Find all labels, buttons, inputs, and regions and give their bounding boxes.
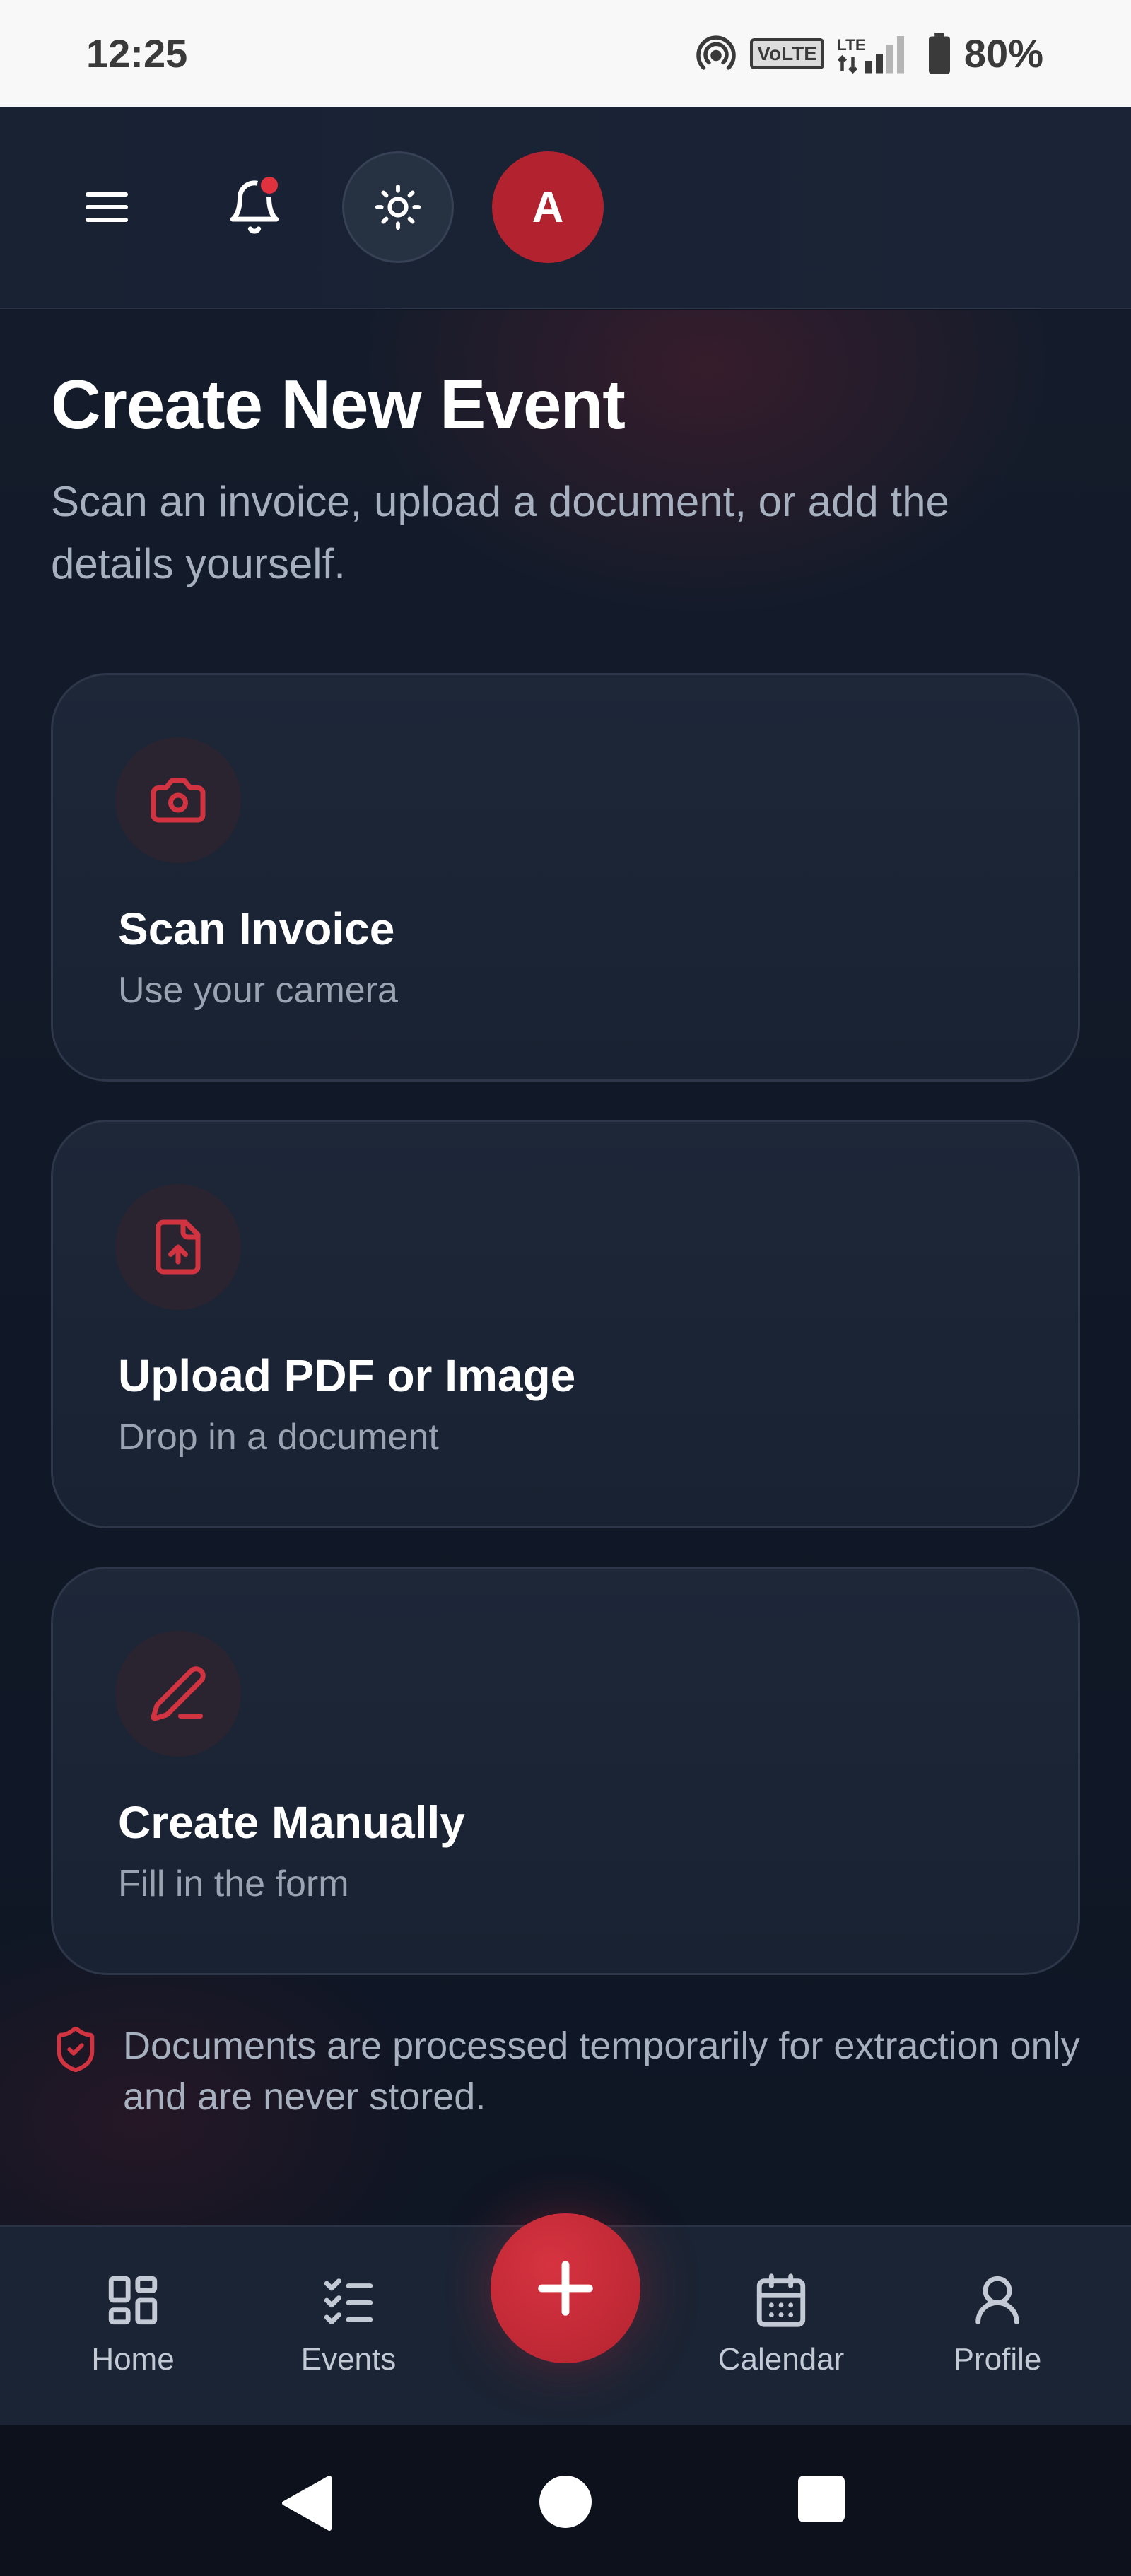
status-icons: VoLTE LTE 80%: [695, 30, 1043, 76]
battery-icon: [928, 32, 950, 74]
nav-label: Home: [91, 2342, 175, 2377]
card-description: Use your camera: [118, 970, 398, 1011]
sun-icon: [375, 184, 421, 230]
app-header: A: [0, 107, 1131, 309]
card-icon-wrap: [115, 1631, 241, 1757]
checklist-icon: [324, 2278, 373, 2325]
nav-item-profile[interactable]: Profile: [916, 2271, 1079, 2377]
page-subtitle: Scan an invoice, upload a document, or a…: [51, 478, 949, 587]
back-icon[interactable]: [280, 2475, 332, 2531]
card-icon-wrap: [115, 1184, 241, 1310]
system-navigation-bar: [0, 2425, 1131, 2576]
menu-button[interactable]: [78, 178, 136, 236]
card-icon-wrap: [115, 737, 241, 863]
page-title: Create New Event: [51, 365, 626, 443]
lte-label: LTE: [837, 36, 866, 54]
nav-item-events[interactable]: Events: [267, 2271, 430, 2377]
plus-icon: [538, 2261, 593, 2316]
pencil-icon: [151, 1666, 206, 1721]
card-description: Drop in a document: [118, 1417, 439, 1458]
home-icon[interactable]: [539, 2475, 592, 2529]
card-description: Fill in the form: [118, 1863, 349, 1904]
battery-percent: 80%: [963, 31, 1043, 76]
hamburger-menu-icon: [86, 192, 128, 222]
file-upload-icon: [156, 1219, 201, 1275]
card-title: Upload PDF or Image: [118, 1350, 576, 1401]
status-bar: 12:25 VoLTE LTE 80%: [0, 0, 1131, 107]
create-manually-card[interactable]: Create Manually Fill in the form: [51, 1567, 1080, 1975]
notifications-button[interactable]: [219, 172, 290, 242]
hotspot-icon: [696, 35, 737, 70]
status-time: 12:25: [86, 31, 188, 76]
shield-check-icon: [57, 2026, 95, 2073]
avatar[interactable]: A: [492, 151, 604, 263]
upload-document-card[interactable]: Upload PDF or Image Drop in a document: [51, 1120, 1080, 1528]
nav-label: Profile: [953, 2342, 1042, 2377]
scan-invoice-card[interactable]: Scan Invoice Use your camera: [51, 673, 1080, 1082]
calendar-icon: [756, 2273, 806, 2327]
notification-dot: [257, 173, 281, 197]
card-title: Create Manually: [118, 1797, 465, 1848]
card-title: Scan Invoice: [118, 903, 395, 954]
privacy-notice-text: Documents are processed temporarily for …: [123, 2025, 1080, 2118]
camera-icon: [151, 778, 206, 823]
add-event-fab[interactable]: [491, 2213, 640, 2363]
theme-toggle-button[interactable]: [342, 151, 454, 263]
nav-label: Events: [300, 2342, 397, 2377]
signal-icon: LTE: [837, 35, 904, 74]
recents-icon[interactable]: [797, 2475, 845, 2523]
grid-icon: [108, 2276, 158, 2325]
nav-item-calendar[interactable]: Calendar: [700, 2271, 862, 2377]
volte-badge: VoLTE: [750, 37, 824, 69]
privacy-notice: Documents are processed temporarily for …: [51, 2020, 1083, 2122]
nav-label: Calendar: [717, 2342, 845, 2377]
main-content: Create New Event Scan an invoice, upload…: [0, 310, 1131, 2225]
nav-item-home[interactable]: Home: [52, 2271, 214, 2377]
user-icon: [975, 2276, 1019, 2325]
